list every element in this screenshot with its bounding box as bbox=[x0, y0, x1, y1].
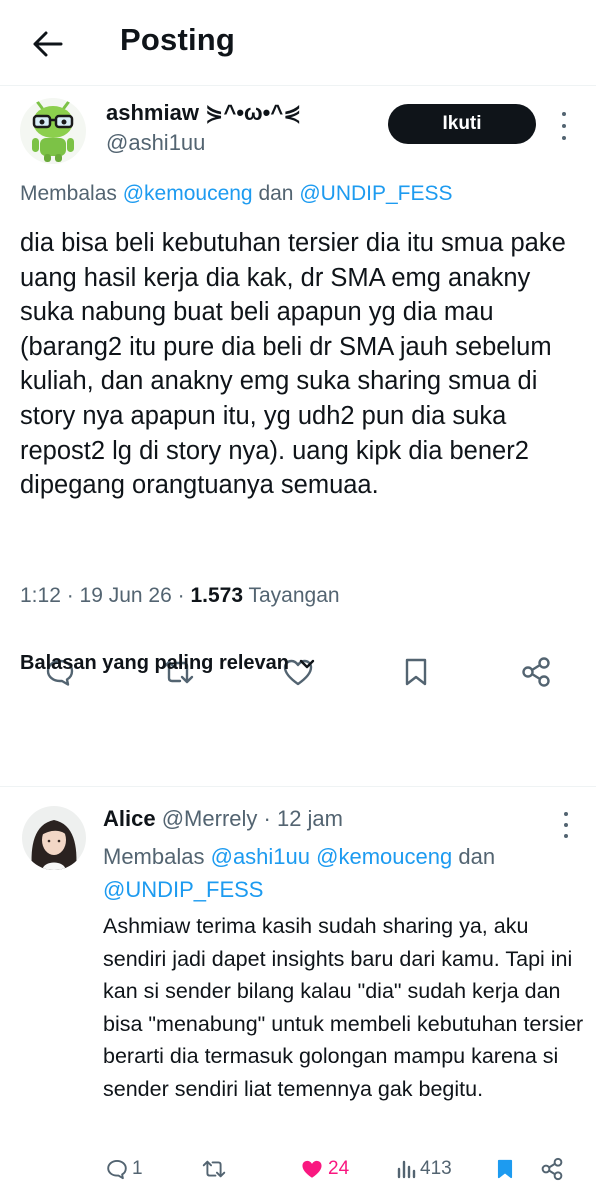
post-meta: 1:12 · 19 Jun 26 · 1.573 Tayangan bbox=[20, 584, 340, 607]
top-bar: Posting bbox=[0, 0, 596, 86]
replying-to: Membalas @kemouceng dan @UNDIP_FESS bbox=[20, 182, 453, 206]
view-count: 413 bbox=[420, 1158, 452, 1179]
replying-to: Membalas @ashi1uu @kemouceng dan @UNDIP_… bbox=[103, 840, 583, 906]
mention-link[interactable]: @ashi1uu bbox=[211, 844, 310, 869]
reply-text: Ashmiaw terima kasih sudah sharing ya, a… bbox=[103, 914, 584, 1101]
reply-header: Alice @Merrely · 12 jam bbox=[103, 806, 343, 831]
post-date[interactable]: 19 Jun 26 bbox=[80, 584, 172, 607]
mention-link[interactable]: @kemouceng bbox=[123, 182, 253, 205]
share-icon[interactable] bbox=[516, 652, 556, 692]
views-label: Tayangan bbox=[248, 584, 340, 607]
views-icon bbox=[397, 1160, 416, 1179]
replying-and: dan bbox=[258, 182, 294, 205]
bookmark-icon[interactable] bbox=[396, 652, 436, 692]
like-button[interactable]: 24 bbox=[300, 1154, 349, 1184]
avatar[interactable] bbox=[22, 806, 86, 870]
post-time[interactable]: 1:12 bbox=[20, 584, 61, 607]
back-arrow-icon[interactable] bbox=[28, 24, 68, 64]
mention-link[interactable]: @kemouceng bbox=[316, 844, 452, 869]
reply-sort-selector[interactable]: Balasan yang paling relevan bbox=[20, 652, 315, 675]
reply-count: 1 bbox=[132, 1158, 143, 1179]
follow-button[interactable]: Ikuti bbox=[388, 104, 536, 144]
like-icon bbox=[302, 1160, 322, 1178]
post-text: dia bisa beli kebutuhan tersier dia itu … bbox=[20, 229, 566, 500]
more-vertical-icon[interactable] bbox=[558, 810, 574, 840]
mention-link[interactable]: @UNDIP_FESS bbox=[299, 182, 452, 205]
reply-author-handle[interactable]: @Merrely bbox=[162, 806, 258, 831]
more-vertical-icon[interactable] bbox=[556, 108, 572, 144]
like-count: 24 bbox=[328, 1158, 350, 1179]
replying-and: dan bbox=[458, 844, 496, 869]
divider bbox=[0, 786, 596, 787]
reply-icon bbox=[107, 1159, 127, 1180]
chevron-down-icon bbox=[299, 659, 315, 668]
reply-time[interactable]: 12 jam bbox=[277, 806, 343, 831]
reply-author-name[interactable]: Alice bbox=[103, 806, 156, 831]
share-icon[interactable] bbox=[540, 1154, 564, 1184]
view-count: 1.573 bbox=[190, 584, 244, 607]
bookmark-icon[interactable] bbox=[496, 1154, 514, 1184]
retweet-button[interactable] bbox=[202, 1154, 226, 1184]
views-button[interactable]: 413 bbox=[396, 1154, 452, 1184]
replying-prefix: Membalas bbox=[103, 844, 205, 869]
reply-button[interactable]: 1 bbox=[106, 1154, 143, 1184]
reply-actions: 1 24 413 bbox=[0, 1154, 596, 1184]
page-title: Posting bbox=[120, 22, 236, 57]
author-handle[interactable]: @ashi1uu bbox=[106, 130, 205, 156]
mention-link[interactable]: @UNDIP_FESS bbox=[103, 877, 263, 902]
sort-label: Balasan yang paling relevan bbox=[20, 652, 289, 674]
avatar[interactable] bbox=[20, 98, 86, 164]
replying-prefix: Membalas bbox=[20, 182, 117, 205]
retweet-icon bbox=[202, 1160, 226, 1178]
author-name[interactable]: ashmiaw ⋟^•ω•^⋞ bbox=[106, 100, 302, 126]
